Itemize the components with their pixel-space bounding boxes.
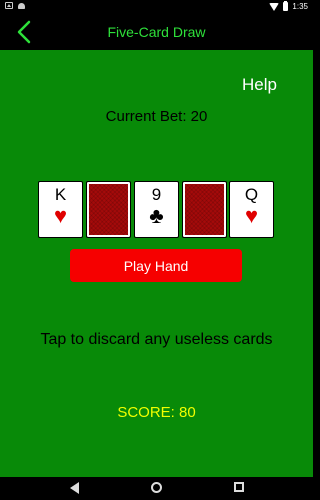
card-1[interactable]: K ♥: [38, 181, 83, 238]
android-icon: [18, 2, 25, 9]
heart-icon: ♥: [53, 203, 68, 228]
club-icon: ♣: [149, 203, 164, 228]
instruction-text: Tap to discard any useless cards: [40, 331, 273, 348]
status-right-icons: 1:35: [269, 1, 308, 11]
app-bar: Five-Card Draw: [0, 14, 313, 50]
game-table: Help Current Bet: 20 K ♥ 9 ♣ Q ♥ Play Ha…: [0, 50, 313, 477]
card-row: K ♥ 9 ♣ Q ♥: [38, 181, 274, 239]
card-rank: K: [54, 185, 67, 204]
card-4-back[interactable]: [182, 181, 227, 238]
recent-square-icon[interactable]: [234, 482, 244, 492]
status-time: 1:35: [292, 2, 308, 11]
back-triangle-icon[interactable]: [70, 482, 79, 494]
score-text: SCORE: 80: [117, 404, 196, 421]
card-5[interactable]: Q ♥: [229, 181, 274, 238]
current-bet: Current Bet: 20: [105, 108, 208, 125]
status-left-icons: [5, 2, 25, 9]
card-3[interactable]: 9 ♣: [134, 181, 179, 238]
card-rank: Q: [244, 185, 259, 204]
play-hand-button[interactable]: Play Hand: [70, 249, 242, 282]
app-title: Five-Card Draw: [107, 24, 206, 40]
navigation-bar: [0, 477, 313, 500]
status-bar: 1:35: [0, 0, 313, 14]
image-icon: [5, 2, 13, 9]
home-circle-icon[interactable]: [151, 482, 162, 493]
card-2-back[interactable]: [86, 181, 131, 238]
battery-icon: [283, 1, 289, 11]
card-rank: 9: [151, 185, 162, 204]
help-link[interactable]: Help: [242, 75, 277, 95]
wifi-icon: [269, 2, 280, 11]
heart-icon: ♥: [244, 203, 259, 228]
